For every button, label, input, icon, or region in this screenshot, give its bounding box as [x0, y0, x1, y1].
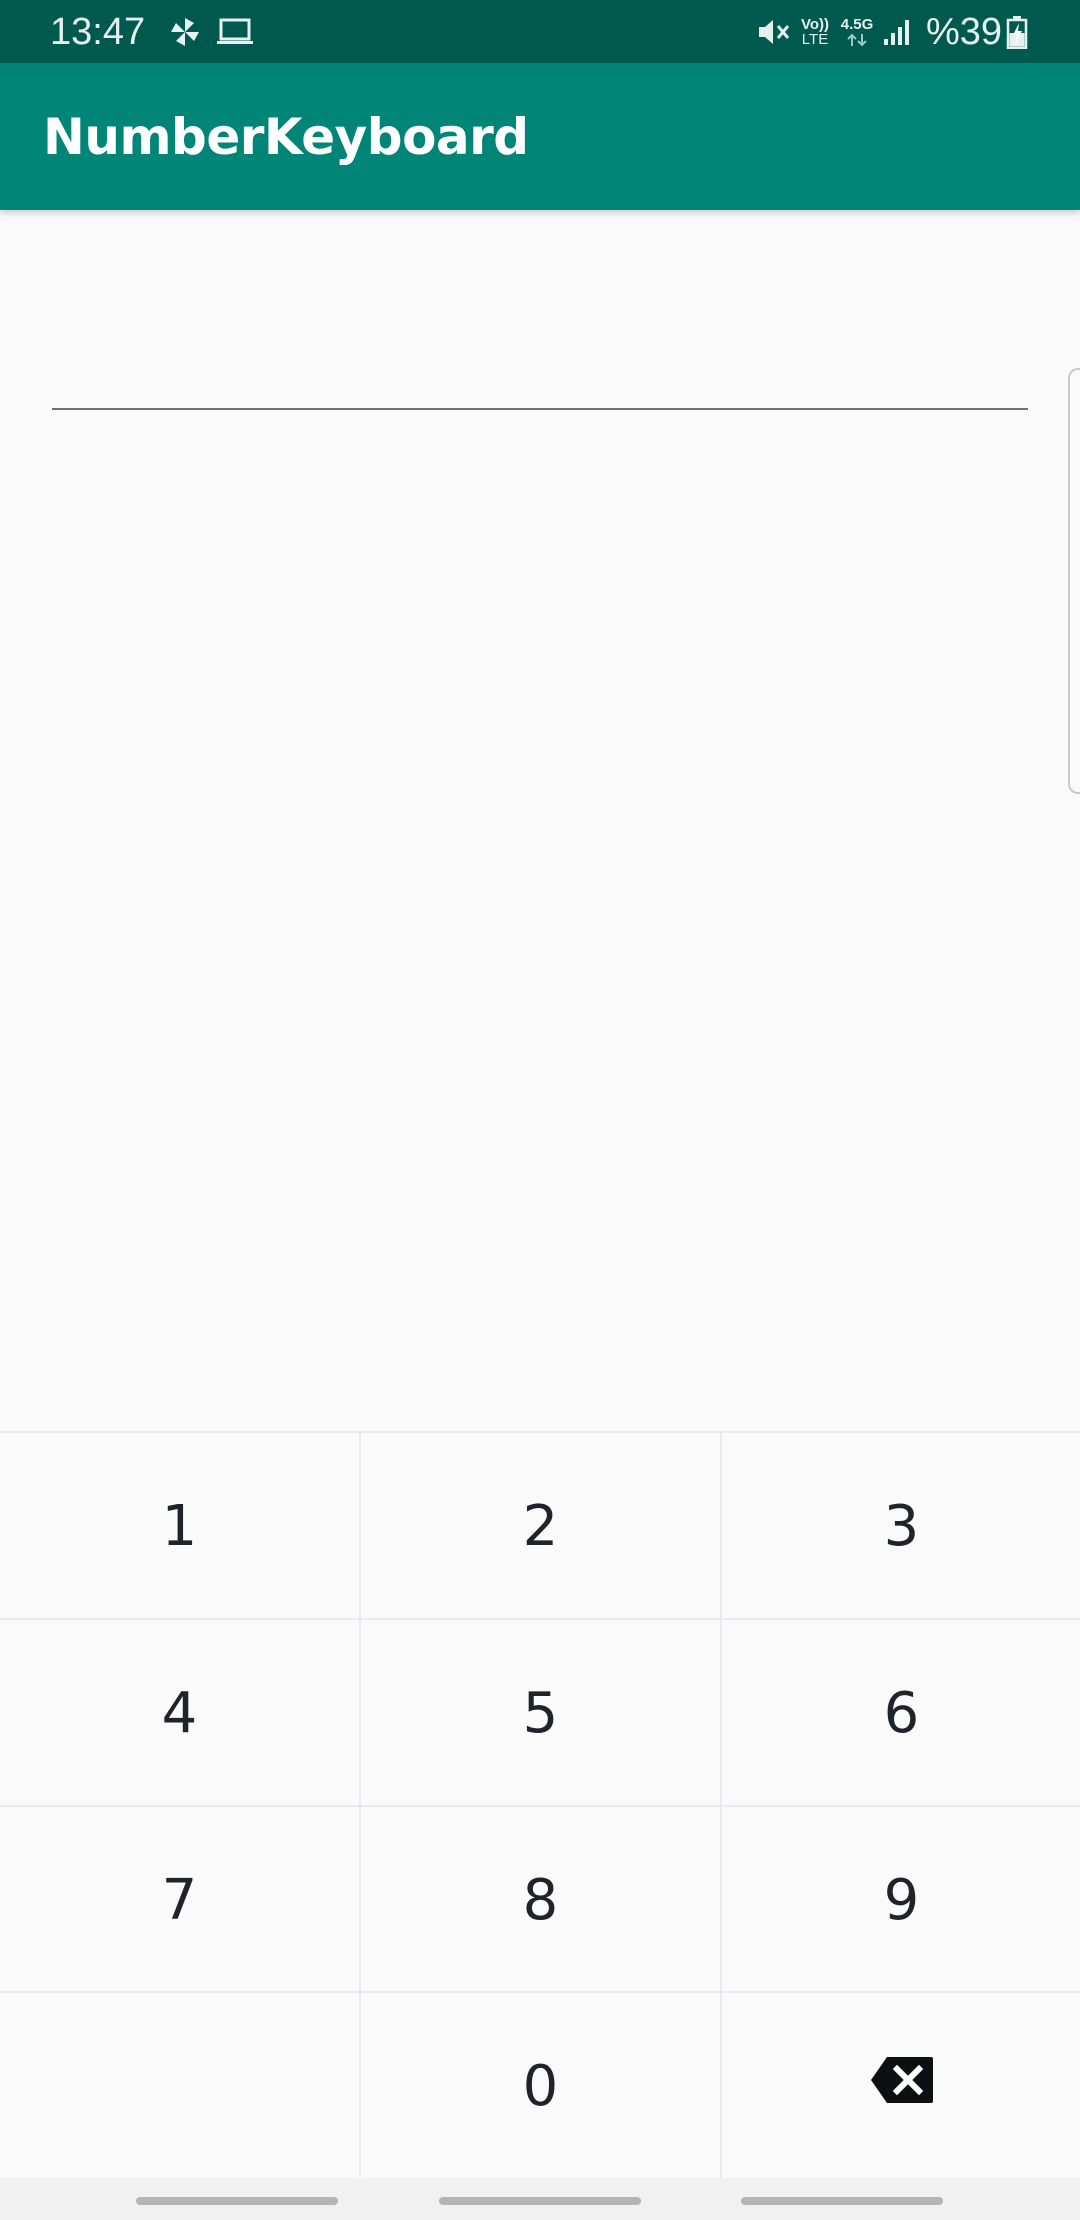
key-empty [0, 1993, 359, 2179]
signal-icon [882, 14, 912, 50]
key-3[interactable]: 3 [722, 1433, 1080, 1619]
key-6[interactable]: 6 [722, 1620, 1080, 1806]
key-7[interactable]: 7 [0, 1807, 359, 1993]
back-button[interactable] [741, 2197, 943, 2205]
key-2-label: 2 [522, 1493, 559, 1559]
key-3-label: 3 [883, 1493, 920, 1559]
recents-button[interactable] [136, 2197, 338, 2205]
keyboard-divider [0, 1805, 1080, 1807]
navigation-bar [0, 2178, 1080, 2220]
key-2[interactable]: 2 [361, 1433, 720, 1619]
key-4-label: 4 [161, 1680, 198, 1746]
key-0-label: 0 [522, 2053, 559, 2119]
key-0[interactable]: 0 [361, 1993, 720, 2179]
key-9-label: 9 [883, 1867, 920, 1933]
pinwheel-icon [168, 14, 202, 50]
key-1[interactable]: 1 [0, 1433, 359, 1619]
laptop-icon [216, 14, 254, 50]
battery-charging-icon [1004, 14, 1030, 50]
battery-percent: %39 [926, 11, 1003, 53]
volte-icon: Vo)) LTE [796, 14, 834, 50]
keyboard-divider [0, 1991, 1080, 1993]
key-8[interactable]: 8 [361, 1807, 720, 1993]
home-button[interactable] [439, 2197, 641, 2205]
volte-bottom-label: LTE [801, 31, 829, 48]
app-title: NumberKeyboard [43, 108, 529, 166]
key-1-label: 1 [161, 1493, 198, 1559]
key-9[interactable]: 9 [722, 1807, 1080, 1993]
key-7-label: 7 [161, 1867, 198, 1933]
key-5-label: 5 [522, 1680, 559, 1746]
data-4.5g-icon: 4.5G [838, 14, 876, 50]
backspace-icon [869, 2054, 935, 2119]
app-bar: NumberKeyboard [0, 63, 1080, 210]
data-label: 4.5G [840, 16, 874, 33]
key-6-label: 6 [883, 1680, 920, 1746]
key-backspace[interactable] [722, 1993, 1080, 2179]
number-input[interactable] [52, 330, 1028, 410]
status-bar: 13:47 Vo)) LTE 4.5G %39 [0, 0, 1080, 63]
key-4[interactable]: 4 [0, 1620, 359, 1806]
mute-icon [756, 14, 792, 50]
volte-top-label: Vo)) [800, 16, 830, 33]
key-8-label: 8 [522, 1867, 559, 1933]
keyboard-divider [0, 1618, 1080, 1620]
status-time: 13:47 [50, 11, 146, 53]
key-5[interactable]: 5 [361, 1620, 720, 1806]
edge-panel-handle[interactable] [1068, 368, 1080, 794]
